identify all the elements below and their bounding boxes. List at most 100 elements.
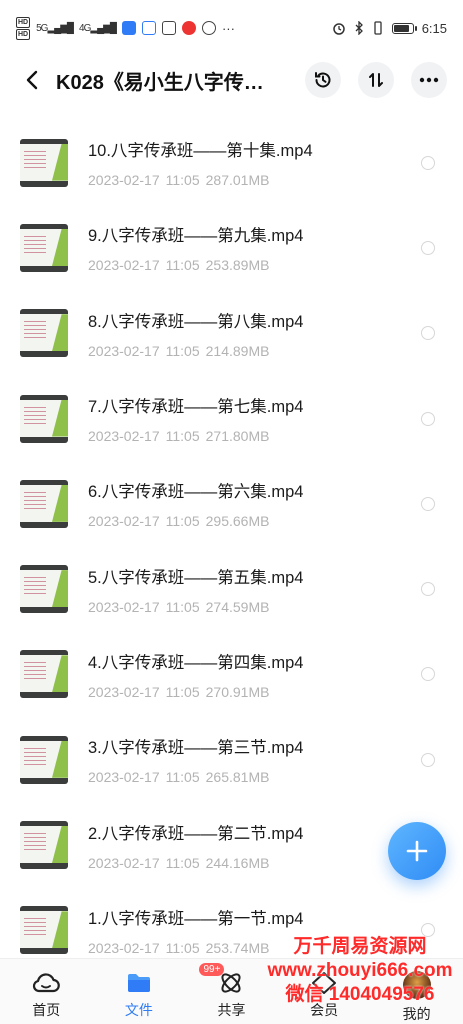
file-row[interactable]: 3.八字传承班——第三节.mp4 2023-02-17 11:05 265.81MB [0, 717, 463, 802]
thumbnail-bar [20, 265, 68, 272]
file-time: 11:05 [165, 939, 200, 956]
video-thumbnail [20, 223, 68, 272]
nav-home[interactable]: 首页 [0, 959, 93, 1024]
video-thumbnail [20, 309, 68, 358]
file-time: 11:05 [165, 257, 200, 274]
thumbnail-text [24, 406, 46, 425]
thumbnail-text [24, 235, 46, 254]
file-row[interactable]: 6.八字传承班——第六集.mp4 2023-02-17 11:05 295.66MB [0, 461, 463, 546]
file-time: 11:05 [165, 854, 200, 871]
file-meta: 3.八字传承班——第三节.mp4 2023-02-17 11:05 265.81MB [88, 734, 303, 785]
thumbnail-text [24, 321, 46, 340]
file-size: 244.16MB [205, 854, 270, 871]
file-row[interactable]: 8.八字传承班——第八集.mp4 2023-02-17 11:05 214.89MB [0, 291, 463, 376]
video-thumbnail [20, 735, 68, 784]
watermark-line: www.zhouyi666.com [267, 960, 453, 981]
top-bar: K028《易小生八字传… [0, 56, 463, 104]
thumbnail-bar [20, 906, 68, 912]
select-radio[interactable] [421, 667, 435, 682]
thumbnail-bar [20, 479, 68, 485]
file-name: 6.八字传承班——第六集.mp4 [88, 483, 304, 502]
file-info: 2023-02-17 11:05 287.01MB [88, 172, 313, 188]
cloud-icon [33, 973, 61, 993]
nav-files[interactable]: 文件 [93, 959, 186, 1024]
bluetooth-icon [355, 21, 363, 35]
select-radio[interactable] [421, 752, 435, 767]
file-meta: 5.八字传承班——第五集.mp4 2023-02-17 11:05 274.59MB [88, 564, 303, 615]
app-notification-icon [161, 21, 176, 35]
file-size: 253.89MB [205, 257, 270, 274]
battery-fill [393, 24, 409, 32]
file-name: 4.八字传承班——第四集.mp4 [88, 653, 304, 672]
file-size: 270.91MB [205, 683, 270, 700]
file-date: 2023-02-17 [88, 342, 160, 359]
thumbnail-bar [20, 351, 68, 358]
file-row[interactable]: 10.八字传承班——第十集.mp4 2023-02-17 11:05 287.01MB [0, 120, 463, 205]
file-time: 11:05 [165, 683, 200, 700]
thumbnail-bar [20, 565, 68, 571]
watermark: 万千周易资源网 www.zhouyi666.com 微信 1404049576 [260, 935, 460, 1007]
video-thumbnail [20, 479, 68, 528]
select-radio[interactable] [421, 582, 435, 597]
select-radio[interactable] [421, 326, 435, 341]
file-time: 11:05 [165, 428, 200, 445]
back-button[interactable] [20, 68, 44, 92]
plus-icon [406, 840, 428, 862]
file-row[interactable]: 4.八字传承班——第四集.mp4 2023-02-17 11:05 270.91MB [0, 632, 463, 717]
thumbnail-bar [20, 821, 68, 827]
file-size: 265.81MB [205, 769, 270, 786]
nav-label: 首页 [32, 1002, 61, 1018]
file-name: 1.八字传承班——第一节.mp4 [88, 909, 304, 928]
sort-button[interactable] [358, 62, 394, 98]
video-thumbnail [20, 394, 68, 443]
thumbnail-text [24, 833, 46, 852]
vibrate-icon [374, 21, 382, 35]
file-row[interactable]: 9.八字传承班——第九集.mp4 2023-02-17 11:05 253.89MB [0, 205, 463, 290]
status-bar: HD HD 5G▂▄▆█ 4G▂▄▆█ ··· 6:15 [0, 0, 463, 56]
file-row[interactable]: 7.八字传承班——第七集.mp4 2023-02-17 11:05 271.80MB [0, 376, 463, 461]
file-meta: 7.八字传承班——第七集.mp4 2023-02-17 11:05 271.80MB [88, 393, 303, 444]
file-date: 2023-02-17 [88, 683, 160, 700]
file-info: 2023-02-17 11:05 271.80MB [88, 428, 303, 444]
thumbnail-bar [20, 650, 68, 656]
thumbnail-bar [20, 863, 68, 870]
file-name: 9.八字传承班——第九集.mp4 [88, 227, 304, 246]
thumbnail-bar [20, 692, 68, 699]
thumbnail-bar [20, 735, 68, 741]
file-date: 2023-02-17 [88, 769, 160, 786]
file-time: 11:05 [165, 769, 200, 786]
chevron-left-icon [26, 70, 38, 90]
file-size: 274.59MB [205, 598, 270, 615]
select-radio[interactable] [421, 496, 435, 511]
file-size: 287.01MB [205, 172, 270, 189]
select-radio[interactable] [421, 240, 435, 255]
more-button[interactable] [411, 62, 447, 98]
file-date: 2023-02-17 [88, 428, 160, 445]
history-button[interactable] [305, 62, 341, 98]
select-radio[interactable] [421, 155, 435, 170]
file-info: 2023-02-17 11:05 265.81MB [88, 769, 303, 785]
select-radio[interactable] [421, 411, 435, 426]
add-button[interactable] [388, 822, 446, 880]
file-row[interactable]: 5.八字传承班——第五集.mp4 2023-02-17 11:05 274.59MB [0, 546, 463, 631]
video-thumbnail [20, 821, 68, 870]
file-time: 11:05 [165, 172, 200, 189]
battery-icon [391, 22, 417, 34]
thumbnail-bar [20, 138, 68, 144]
thumbnail-bar [20, 223, 68, 229]
thumbnail-bar [20, 180, 68, 187]
video-thumbnail [20, 138, 68, 187]
thumbnail-bar [20, 607, 68, 614]
file-info: 2023-02-17 11:05 244.16MB [88, 855, 303, 871]
video-thumbnail [20, 906, 68, 955]
watermark-line: 微信 1404049576 [285, 984, 435, 1005]
file-time: 11:05 [165, 598, 200, 615]
signal-4g: 4G▂▄▆█ [79, 22, 117, 34]
file-size: 271.80MB [205, 428, 270, 445]
file-time: 11:05 [165, 342, 200, 359]
more-dots-icon: ··· [221, 20, 235, 36]
thumbnail-text [24, 150, 46, 169]
nav-label: 共享 [217, 1002, 246, 1018]
file-size: 214.89MB [205, 342, 270, 359]
file-name: 3.八字传承班——第三节.mp4 [88, 739, 304, 758]
